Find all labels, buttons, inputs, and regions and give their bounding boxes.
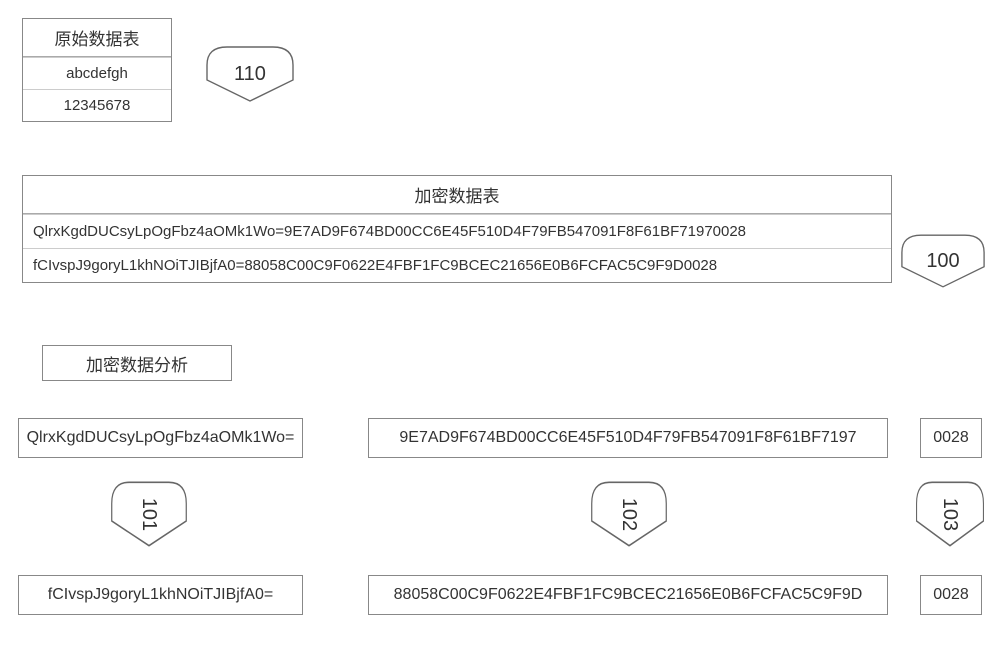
- original-data-table: 原始数据表 abcdefgh 12345678: [22, 18, 172, 122]
- callout-label: 110: [234, 63, 266, 86]
- encrypted-table-title: 加密数据表: [23, 176, 891, 214]
- callout-102: 102: [590, 480, 668, 548]
- encrypted-data-table: 加密数据表 QlrxKgdDUCsyLpOgFbz4aOMk1Wo=9E7AD9…: [22, 175, 892, 283]
- analysis-title: 加密数据分析: [42, 345, 232, 381]
- callout-103: 103: [915, 480, 985, 548]
- callout-100: 100: [900, 230, 986, 292]
- callout-110: 110: [205, 45, 295, 103]
- callout-101: 101: [110, 480, 188, 548]
- analysis-col2-top: 9E7AD9F674BD00CC6E45F510D4F79FB547091F8F…: [368, 418, 888, 458]
- analysis-col1-top: QlrxKgdDUCsyLpOgFbz4aOMk1Wo=: [18, 418, 303, 458]
- callout-label: 103: [939, 497, 962, 530]
- original-row: 12345678: [23, 89, 171, 121]
- analysis-col1-bottom: fCIvspJ9goryL1khNOiTJIBjfA0=: [18, 575, 303, 615]
- original-table-title: 原始数据表: [23, 19, 171, 57]
- encrypted-row: QlrxKgdDUCsyLpOgFbz4aOMk1Wo=9E7AD9F674BD…: [23, 214, 891, 248]
- original-row: abcdefgh: [23, 57, 171, 89]
- callout-label: 101: [138, 497, 161, 530]
- encrypted-row: fCIvspJ9goryL1khNOiTJIBjfA0=88058C00C9F0…: [23, 248, 891, 282]
- analysis-col2-bottom: 88058C00C9F0622E4FBF1FC9BCEC21656E0B6FCF…: [368, 575, 888, 615]
- analysis-col3-top: 0028: [920, 418, 982, 458]
- callout-label: 100: [926, 250, 959, 273]
- analysis-col3-bottom: 0028: [920, 575, 982, 615]
- callout-label: 102: [618, 497, 641, 530]
